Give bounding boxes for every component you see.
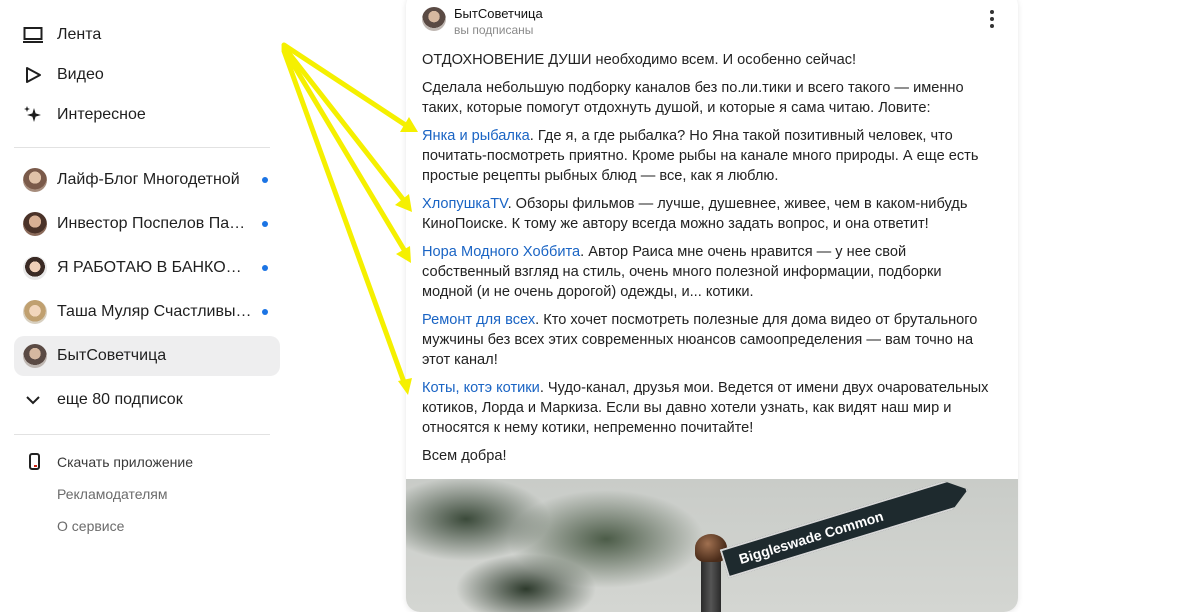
unread-dot	[262, 177, 268, 183]
subscription-name: Таша Муляр Счастливые дети	[57, 303, 253, 320]
feed-icon	[22, 24, 44, 46]
download-app-link[interactable]: Скачать приложение	[57, 454, 193, 470]
annotation-arrow	[281, 42, 413, 131]
annotation-arrow	[281, 48, 408, 388]
channel-link[interactable]: Нора Модного Хоббита	[422, 244, 580, 260]
nav-item-video[interactable]: Видео	[22, 60, 104, 90]
unread-dot	[262, 221, 268, 227]
nav-item-label: Интересное	[57, 106, 146, 123]
post-card: БытСоветчица вы подписаны ОТДОХНОВЕНИЕ Д…	[406, 0, 1018, 612]
subscription-item[interactable]: Лайф-Блог Многодетной	[14, 160, 280, 200]
subscription-status: вы подписаны	[454, 23, 534, 37]
more-subscriptions-button[interactable]: еще 80 подписок	[22, 388, 183, 412]
subscription-name: Лайф-Блог Многодетной	[57, 171, 240, 188]
post-paragraph: Сделала небольшую подборку каналов без п…	[422, 80, 964, 116]
post-paragraph: Коты, котэ котики. Чудо-канал, друзья мо…	[422, 378, 992, 438]
avatar	[23, 212, 47, 236]
subscription-item-active[interactable]: БытСоветчица	[14, 336, 280, 376]
more-options-icon[interactable]	[990, 10, 994, 28]
channel-link[interactable]: Коты, котэ котики	[422, 380, 540, 396]
divider	[14, 147, 270, 148]
post-image[interactable]: Biggleswade Common	[406, 479, 1018, 612]
post-paragraph: ОТДОХНОВЕНИЕ ДУШИ необходимо всем. И осо…	[422, 52, 857, 68]
subscription-item[interactable]: Таша Муляр Счастливые дети	[14, 292, 280, 332]
sparkle-icon	[22, 104, 44, 126]
channel-link[interactable]: ХлопушкаTV	[422, 196, 508, 212]
post-paragraph: Ремонт для всех. Кто хочет посмотреть по…	[422, 310, 992, 370]
subscription-name: Инвестор Поспелов Павел	[57, 215, 253, 232]
avatar	[23, 256, 47, 280]
avatar	[23, 168, 47, 192]
sidebar: Лента Видео Интересное Лайф-Блог Многоде…	[0, 0, 290, 600]
divider	[14, 434, 270, 435]
subscription-item[interactable]: Я РАБОТАЮ В БАНКОМАТЕ	[14, 248, 280, 288]
subscription-name: БытСоветчица	[57, 347, 167, 364]
subscription-item[interactable]: Инвестор Поспелов Павел	[14, 204, 280, 244]
street-sign: Biggleswade Common	[720, 479, 973, 578]
avatar	[23, 300, 47, 324]
channel-avatar[interactable]	[422, 7, 446, 31]
nav-item-interesting[interactable]: Интересное	[22, 100, 146, 130]
advertisers-link[interactable]: Рекламодателям	[57, 486, 167, 502]
phone-icon	[29, 453, 40, 470]
nav-item-feed[interactable]: Лента	[22, 20, 101, 50]
post-paragraph: Нора Модного Хоббита. Автор Раиса мне оч…	[422, 242, 992, 302]
avatar	[23, 344, 47, 368]
chevron-down-icon	[22, 395, 44, 405]
nav-item-label: Видео	[57, 66, 104, 83]
annotation-arrow	[281, 46, 409, 256]
post-paragraph: Всем добра!	[422, 448, 507, 464]
post-body: ОТДОХНОВЕНИЕ ДУШИ необходимо всем. И осо…	[422, 50, 992, 474]
about-link[interactable]: О сервисе	[57, 518, 124, 534]
channel-link[interactable]: Ремонт для всех	[422, 312, 535, 328]
play-icon	[22, 64, 44, 86]
unread-dot	[262, 265, 268, 271]
annotation-arrow	[281, 44, 409, 206]
more-label: еще 80 подписок	[57, 391, 183, 408]
nav-item-label: Лента	[57, 26, 102, 43]
subscription-name: Я РАБОТАЮ В БАНКОМАТЕ	[57, 259, 253, 276]
channel-link[interactable]: Янка и рыбалка	[422, 128, 530, 144]
channel-name[interactable]: БытСоветчица	[454, 6, 543, 21]
post-paragraph: ХлопушкаTV. Обзоры фильмов — лучше, душе…	[422, 194, 992, 234]
post-paragraph: Янка и рыбалка. Где я, а где рыбалка? Но…	[422, 126, 992, 186]
unread-dot	[262, 309, 268, 315]
